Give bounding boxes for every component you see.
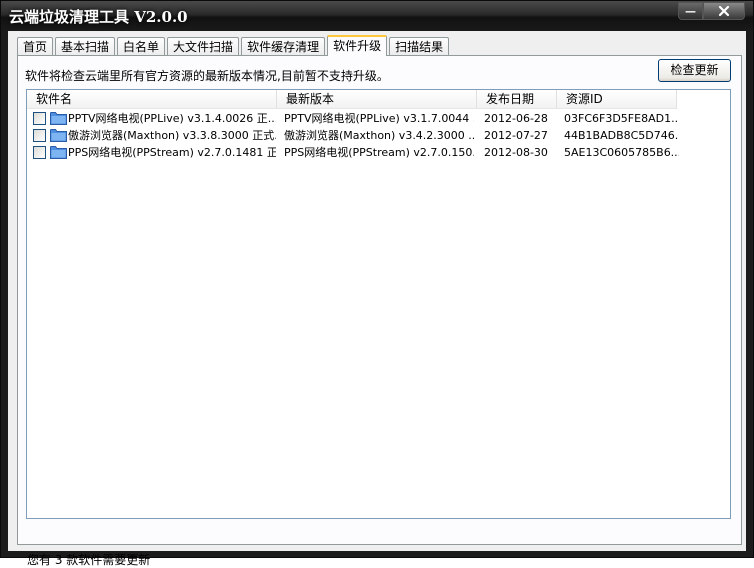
window-title: 云端垃圾清理工具 V2.0.0 [9,8,188,26]
minimize-icon: — [685,4,696,18]
cell-release-date: 2012-07-27 [484,129,548,142]
folder-icon [50,146,67,159]
title-bar[interactable]: 云端垃圾清理工具 V2.0.0 — [1,1,753,31]
cell-resource-id: 5AE13C0605785B6... [564,146,679,159]
tab-basic-scan[interactable]: 基本扫描 [55,37,116,56]
cell-software-name: 傲游浏览器(Maxthon) v3.3.8.3000 正式... [68,129,276,142]
info-text: 软件将检查云端里所有官方资源的最新版本情况,目前暂不支持升级。 [25,69,389,83]
list-header: 软件名 最新版本 发布日期 资源ID [27,90,677,109]
minimize-button[interactable]: — [678,2,703,20]
column-header-resource-id[interactable]: 资源ID [557,90,677,109]
cell-latest-version: 傲游浏览器(Maxthon) v3.4.2.3000 ... [284,129,474,142]
cell-resource-id: 44B1BADB8C5D746... [564,129,679,142]
status-text: 您有 3 款软件需要更新 [27,553,151,567]
folder-icon [50,112,67,125]
cell-software-name: PPS网络电视(PPStream) v2.7.0.1481 正... [68,146,276,159]
table-row[interactable]: PPS网络电视(PPStream) v2.7.0.1481 正... PPS网络… [27,144,730,161]
table-row[interactable]: 傲游浏览器(Maxthon) v3.3.8.3000 正式... 傲游浏览器(M… [27,127,730,144]
tab-software-cache-cleanup[interactable]: 软件缓存清理 [241,37,326,56]
software-upgrade-panel: 软件将检查云端里所有官方资源的最新版本情况,目前暂不支持升级。 检查更新 软件名… [17,55,742,567]
column-header-latest-version[interactable]: 最新版本 [277,90,477,109]
tab-large-file-scan[interactable]: 大文件扫描 [167,37,240,56]
software-list[interactable]: 软件名 最新版本 发布日期 资源ID PPTV网络电视(PPLive) v3.1… [26,89,731,519]
cell-latest-version: PPTV网络电视(PPLive) v3.1.7.0044 ... [284,112,474,125]
window-controls: — [678,2,745,20]
app-window: 云端垃圾清理工具 V2.0.0 — 首页 基本扫描 白名单 大文件扫描 软件缓存… [0,0,754,567]
close-icon [718,5,730,17]
row-checkbox[interactable] [33,129,46,142]
folder-icon [50,129,67,142]
row-checkbox[interactable] [33,112,46,125]
cell-release-date: 2012-06-28 [484,112,548,125]
cell-release-date: 2012-08-30 [484,146,548,159]
tab-home[interactable]: 首页 [17,37,54,56]
column-header-release-date[interactable]: 发布日期 [477,90,557,109]
tab-whitelist[interactable]: 白名单 [117,37,166,56]
cell-latest-version: PPS网络电视(PPStream) v2.7.0.150... [284,146,474,159]
column-header-software-name[interactable]: 软件名 [27,90,277,109]
tab-scan-results[interactable]: 扫描结果 [389,37,450,56]
tab-strip: 首页 基本扫描 白名单 大文件扫描 软件缓存清理 软件升级 扫描结果 [17,35,451,56]
row-checkbox[interactable] [33,146,46,159]
table-row[interactable]: PPTV网络电视(PPLive) v3.1.4.0026 正... PPTV网络… [27,110,730,127]
tab-software-upgrade[interactable]: 软件升级 [327,35,388,56]
cell-software-name: PPTV网络电视(PPLive) v3.1.4.0026 正... [68,112,276,125]
cell-resource-id: 03FC6F3D5FE8AD1... [564,112,679,125]
close-button[interactable] [703,2,745,20]
check-update-button[interactable]: 检查更新 [658,59,731,82]
client-area: 首页 基本扫描 白名单 大文件扫描 软件缓存清理 软件升级 扫描结果 软件将检查… [8,31,746,567]
